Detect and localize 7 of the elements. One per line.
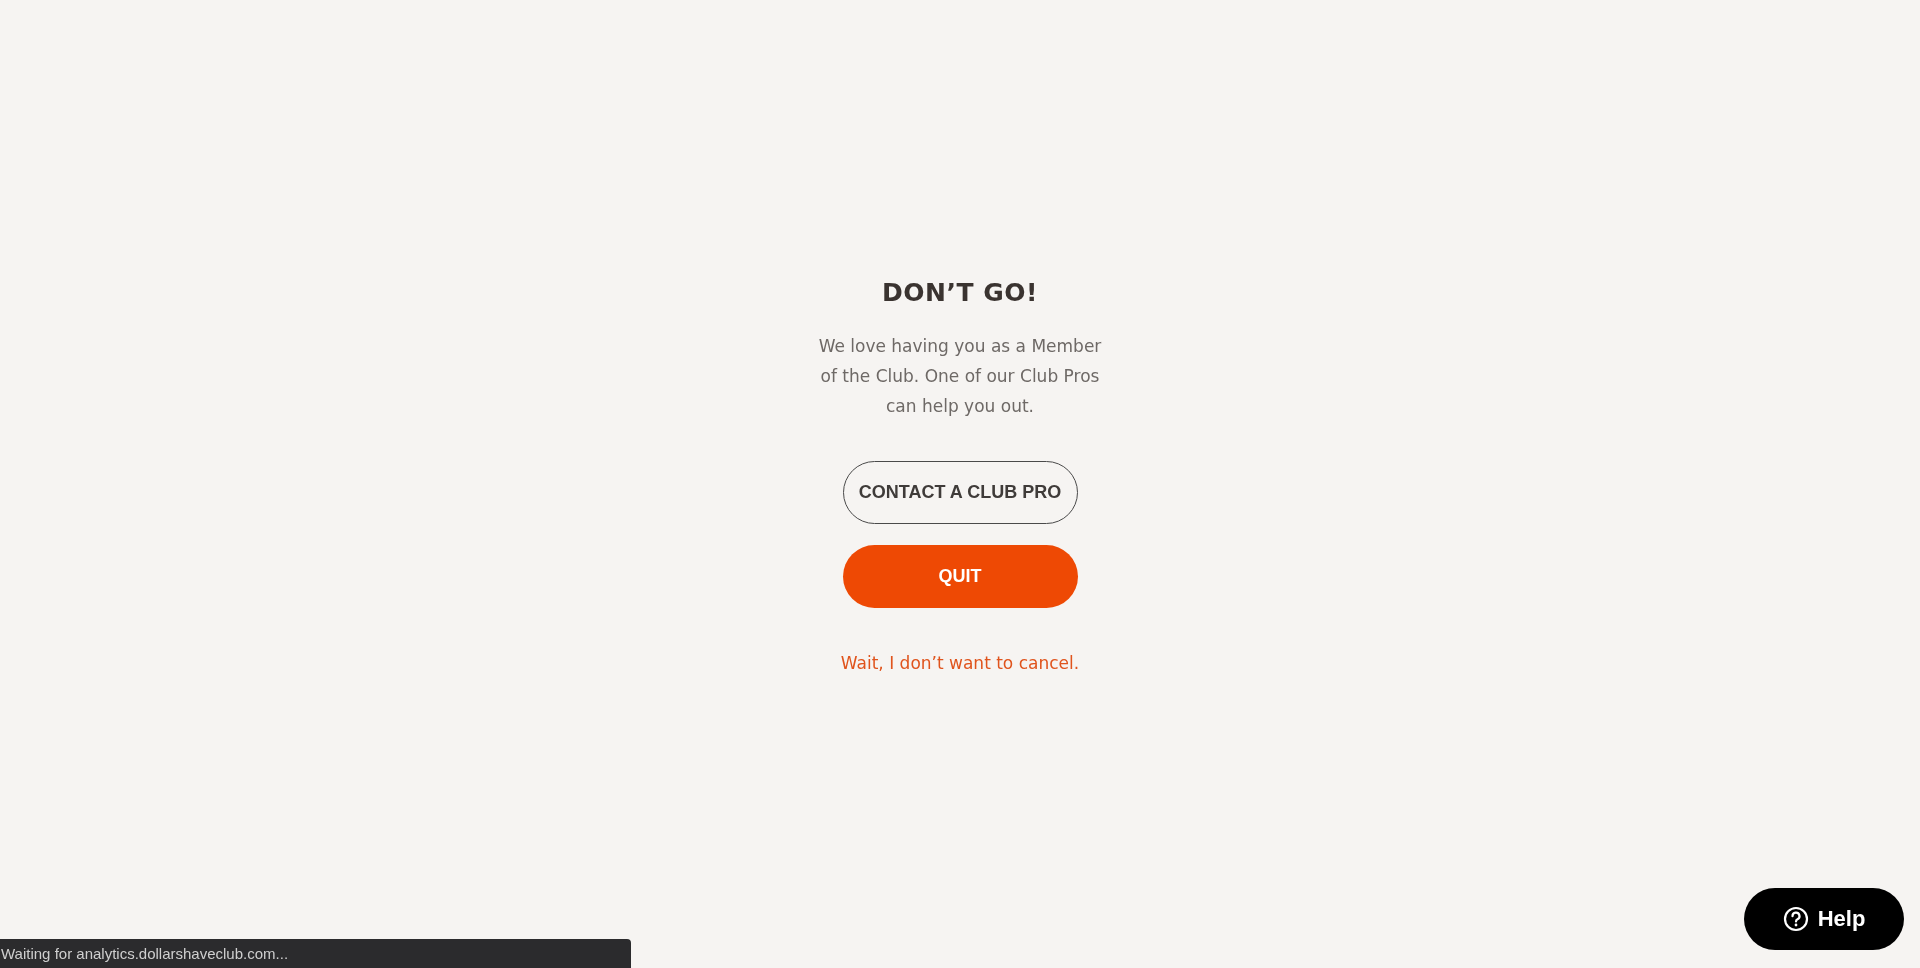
message: We love having you as a Member of the Club. One of our Club Pros can help you out.: [817, 335, 1103, 418]
cancel-link[interactable]: Wait, I don’t want to cancel.: [840, 653, 1080, 673]
help-button[interactable]: Help: [1744, 888, 1904, 950]
heading: DON’T GO!: [882, 278, 1038, 307]
action-button[interactable]: QUIT: [842, 545, 1078, 608]
question-icon: [1782, 906, 1809, 932]
status-bar: Waiting for analytics.dollarshaveclub.com...: [0, 939, 631, 968]
